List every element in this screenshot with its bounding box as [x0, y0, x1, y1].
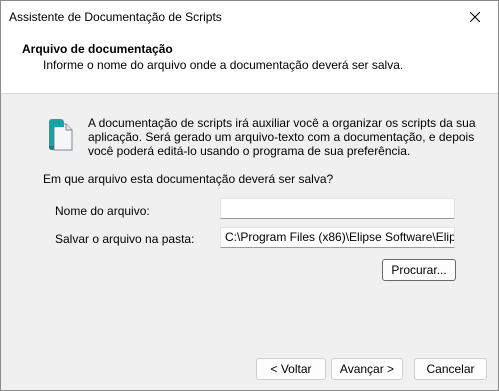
filename-label: Nome do arquivo: [55, 204, 150, 218]
cancel-button[interactable]: Cancelar [414, 358, 487, 380]
folder-label: Salvar o arquivo na pasta: [55, 232, 195, 246]
folder-field[interactable]: C:\Program Files (x86)\Elipse Software\E… [220, 227, 455, 248]
close-button[interactable] [452, 1, 498, 33]
wizard-window: Assistente de Documentação de Scripts Ar… [0, 0, 499, 391]
question-label: Em que arquivo esta documentação deverá … [43, 172, 334, 186]
info-description: A documentação de scripts irá auxiliar v… [88, 116, 476, 158]
browse-button[interactable]: Procurar... [382, 259, 456, 281]
title-bar: Assistente de Documentação de Scripts [1, 1, 498, 33]
page-title: Arquivo de documentação [22, 42, 173, 56]
document-icon [49, 119, 73, 151]
back-button[interactable]: < Voltar [256, 358, 326, 380]
wizard-header: Arquivo de documentação Informe o nome d… [1, 33, 498, 94]
filename-field[interactable] [220, 198, 455, 219]
next-button[interactable]: Avançar > [331, 358, 403, 380]
page-subtitle: Informe o nome do arquivo onde a documen… [43, 58, 404, 72]
window-title: Assistente de Documentação de Scripts [9, 10, 222, 24]
close-icon [470, 12, 480, 22]
